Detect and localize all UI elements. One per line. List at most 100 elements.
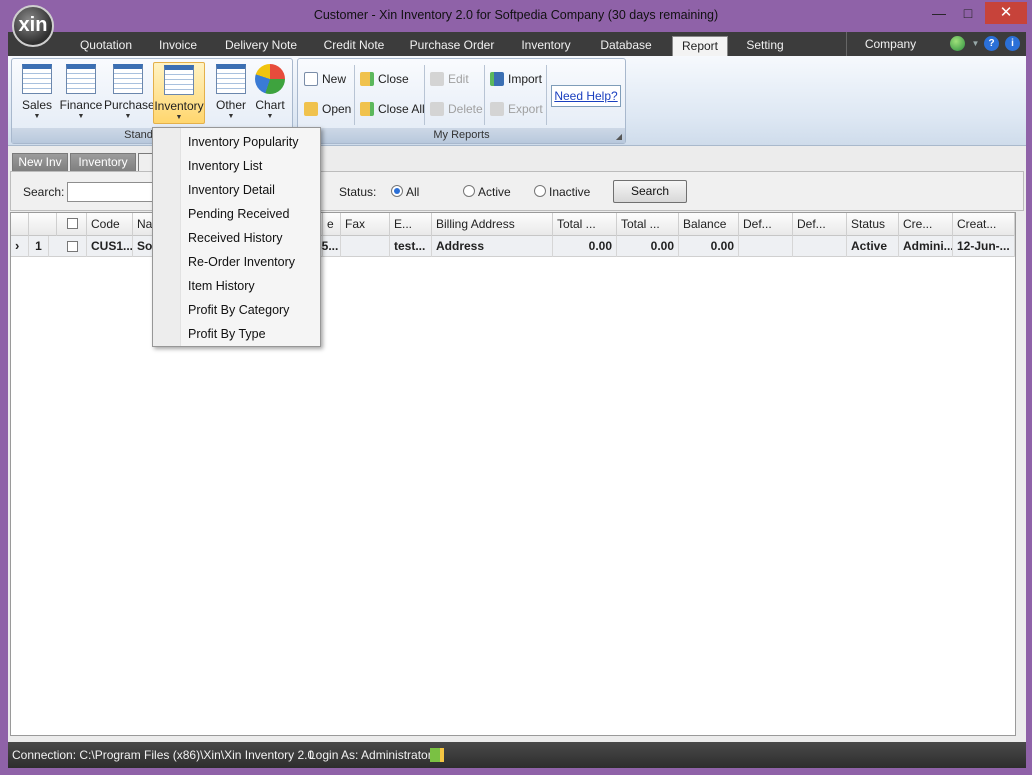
finance-report-button[interactable]: Finance ▼ (58, 62, 104, 124)
header-status[interactable]: Status (847, 213, 899, 236)
close-button[interactable]: ✕ (985, 2, 1027, 24)
report-grid-icon (66, 64, 96, 94)
cell-fax[interactable] (341, 236, 390, 257)
cell-created-date[interactable]: 12-Jun-... (953, 236, 1015, 257)
row-select-cell[interactable] (57, 236, 87, 257)
open-label: Open (322, 102, 352, 116)
delete-label: Delete (448, 102, 483, 116)
tab-delivery-note[interactable]: Delivery Note (220, 36, 302, 56)
doc-tab-inventory[interactable]: Inventory (70, 153, 136, 171)
row-number: 1 (29, 236, 49, 257)
tab-setting[interactable]: Setting (738, 36, 792, 56)
import-report-button[interactable]: Import (488, 68, 542, 90)
cell-code[interactable]: CUS1... (87, 236, 133, 257)
header-default-1[interactable]: Def... (739, 213, 793, 236)
cell-total-1[interactable]: 0.00 (553, 236, 617, 257)
menu-item-re-order-inventory[interactable]: Re-Order Inventory (183, 250, 319, 274)
tab-database[interactable]: Database (594, 36, 658, 56)
doc-tab-new-inv[interactable]: New Inv (12, 153, 68, 171)
export-report-button[interactable]: Export (488, 98, 543, 120)
inventory-report-button[interactable]: Inventory ▼ (153, 62, 205, 124)
search-button[interactable]: Search (613, 180, 687, 203)
cell-balance[interactable]: 0.00 (679, 236, 739, 257)
import-label: Import (508, 72, 543, 86)
separator (546, 65, 547, 125)
connection-status: Connection: C:\Program Files (x86)\Xin\X… (12, 748, 315, 762)
sales-report-button[interactable]: Sales ▼ (14, 62, 60, 124)
separator (354, 65, 355, 125)
tab-report[interactable]: Report (672, 36, 728, 56)
header-email[interactable]: E... (390, 213, 432, 236)
close-report-button[interactable]: Close (358, 68, 409, 90)
status-active-radio[interactable] (463, 185, 475, 197)
chevron-down-icon[interactable]: ▼ (968, 36, 983, 51)
tab-inventory[interactable]: Inventory (514, 36, 578, 56)
header-fax[interactable]: Fax (341, 213, 390, 236)
header-select-all[interactable] (57, 213, 87, 236)
separator (484, 65, 485, 125)
header-balance[interactable]: Balance (679, 213, 739, 236)
header-created-by[interactable]: Cre... (899, 213, 953, 236)
cell-billing-address[interactable]: Address (432, 236, 553, 257)
header-code[interactable]: Code (87, 213, 133, 236)
new-report-button[interactable]: New (302, 68, 346, 90)
status-all-radio[interactable] (391, 185, 403, 197)
close-all-label: Close All (378, 102, 425, 116)
header-created-date[interactable]: Creat... (953, 213, 1015, 236)
tab-purchase-order[interactable]: Purchase Order (408, 36, 496, 56)
menu-item-profit-by-category[interactable]: Profit By Category (183, 298, 319, 322)
folder-close-icon (360, 72, 374, 86)
header-total-2[interactable]: Total ... (617, 213, 679, 236)
help-icon[interactable]: ? (984, 36, 999, 51)
cell-total-2[interactable]: 0.00 (617, 236, 679, 257)
delete-report-button[interactable]: Delete (428, 98, 483, 120)
menu-item-item-history[interactable]: Item History (183, 274, 319, 298)
globe-icon[interactable] (950, 36, 965, 51)
maximize-button[interactable]: □ (955, 2, 981, 24)
menu-item-profit-by-type[interactable]: Profit By Type (183, 322, 319, 346)
menu-item-inventory-popularity[interactable]: Inventory Popularity (183, 130, 319, 154)
menu-item-received-history[interactable]: Received History (183, 226, 319, 250)
cell-created-by[interactable]: Admini... (899, 236, 953, 257)
cell-status[interactable]: Active (847, 236, 899, 257)
close-all-reports-button[interactable]: Close All (358, 98, 425, 120)
open-report-button[interactable]: Open (302, 98, 351, 120)
edit-icon (430, 72, 444, 86)
header-default-2[interactable]: Def... (793, 213, 847, 236)
purchase-report-button[interactable]: Purchase ▼ (104, 62, 155, 124)
app-logo[interactable]: xin (12, 5, 54, 47)
logout-icon[interactable] (430, 748, 444, 762)
cell-email[interactable]: test... (390, 236, 432, 257)
select-all-checkbox[interactable] (67, 218, 78, 229)
cell-default-1[interactable] (739, 236, 793, 257)
header-phone[interactable]: e (323, 213, 341, 236)
chart-report-button[interactable]: Chart ▼ (248, 62, 292, 124)
menu-item-inventory-list[interactable]: Inventory List (183, 154, 319, 178)
pie-chart-icon (255, 64, 285, 94)
edit-report-button[interactable]: Edit (428, 68, 469, 90)
caret-down-icon: ▼ (33, 113, 41, 120)
tab-credit-note[interactable]: Credit Note (318, 36, 390, 56)
header-total-1[interactable]: Total ... (553, 213, 617, 236)
tab-company[interactable]: Company (846, 32, 934, 56)
separator (424, 65, 425, 125)
cell-default-2[interactable] (793, 236, 847, 257)
status-label: Status: (339, 185, 377, 199)
tab-invoice[interactable]: Invoice (150, 36, 206, 56)
inventory-report-menu: Inventory Popularity Inventory List Inve… (152, 127, 321, 347)
menu-item-pending-received[interactable]: Pending Received (183, 202, 319, 226)
header-billing-address[interactable]: Billing Address (432, 213, 553, 236)
export-icon (490, 102, 504, 116)
menu-item-inventory-detail[interactable]: Inventory Detail (183, 178, 319, 202)
need-help-link[interactable]: Need Help? (551, 85, 621, 107)
info-icon[interactable]: i (1005, 36, 1020, 51)
close-label: Close (378, 72, 409, 86)
minimize-button[interactable]: — (926, 2, 952, 24)
tab-quotation[interactable]: Quotation (70, 36, 142, 56)
dialog-launcher-icon[interactable]: ◢ (616, 132, 622, 141)
chart-label: Chart (255, 98, 285, 112)
caret-down-icon: ▼ (266, 113, 274, 120)
main-tab-strip: Quotation Invoice Delivery Note Credit N… (8, 32, 1026, 56)
row-checkbox[interactable] (67, 241, 78, 252)
status-inactive-radio[interactable] (534, 185, 546, 197)
